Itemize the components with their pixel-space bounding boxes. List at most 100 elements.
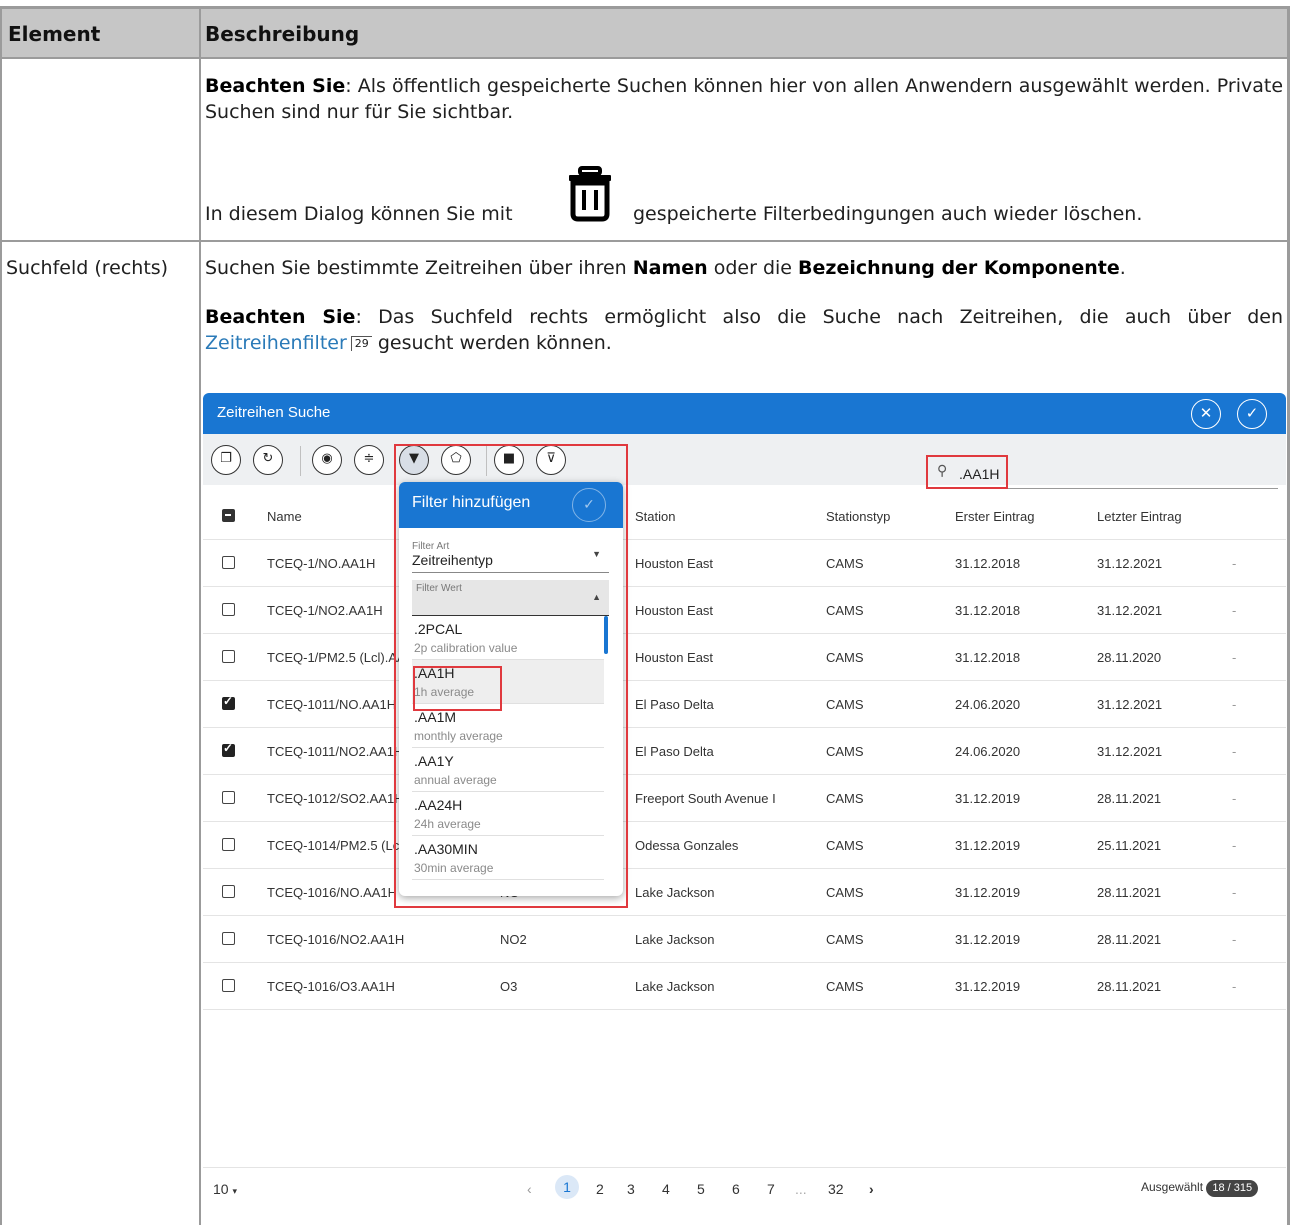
page-size-select[interactable]: 10 ▾ xyxy=(213,1181,237,1197)
cell-station: Freeport South Avenue I xyxy=(635,791,776,806)
row-checkbox[interactable] xyxy=(222,603,235,616)
col-name[interactable]: Name xyxy=(267,509,302,524)
sort-icon[interactable]: ≑ xyxy=(354,445,384,475)
note-label-2: Beachten Sie xyxy=(205,306,356,328)
table-row[interactable]: TCEQ-1/PM2.5 (Lcl).AA1 Houston East CAMS 31… xyxy=(203,634,1286,681)
page-6[interactable]: 6 xyxy=(732,1181,740,1197)
row-checkbox[interactable] xyxy=(222,694,235,710)
copy-icon[interactable]: ❐ xyxy=(211,445,241,475)
header-description: Beschreibung xyxy=(205,22,360,46)
page-32[interactable]: 32 xyxy=(828,1181,844,1197)
row-checkbox[interactable] xyxy=(222,885,235,898)
cell-last-entry: 28.11.2021 xyxy=(1097,979,1162,994)
row-checkbox[interactable] xyxy=(222,741,235,757)
row-checkbox[interactable] xyxy=(222,791,235,804)
cell-station: El Paso Delta xyxy=(635,744,714,759)
cell-extra: - xyxy=(1232,885,1237,900)
grid-header-row: Name Station Stationstyp Erster Eintrag … xyxy=(203,493,1286,540)
zeitreihenfilter-link[interactable]: Zeitreihenfilter xyxy=(205,332,347,354)
row-checkbox[interactable] xyxy=(222,838,235,851)
cell-extra: - xyxy=(1232,791,1237,806)
row1-note: Beachten Sie: Als öffentlich gespeichert… xyxy=(205,73,1283,125)
note-tail: gesucht werden können. xyxy=(371,332,612,354)
cell-last-entry: 31.12.2021 xyxy=(1097,744,1163,759)
cell-name: TCEQ-1016/NO.AA1H xyxy=(267,885,398,900)
page-reference[interactable]: 29 xyxy=(350,336,372,351)
col-station[interactable]: Station xyxy=(635,509,675,524)
table-row[interactable]: TCEQ-1/NO.AA1H Houston East CAMS 31.12.2018… xyxy=(203,540,1286,587)
cell-station: Houston East xyxy=(635,603,714,618)
table-row[interactable]: TCEQ-1016/O3.AA1H O3 Lake Jackson CAMS 31.12… xyxy=(203,963,1286,1010)
cell-type: CAMS xyxy=(826,979,864,994)
cell-name: TCEQ-1016/NO2.AA1H xyxy=(267,932,405,947)
note-label: Beachten Sie xyxy=(205,75,346,97)
select-all-checkbox[interactable] xyxy=(222,509,235,522)
cell-first-entry: 24.06.2020 xyxy=(955,744,1021,759)
cell-extra: - xyxy=(1232,603,1237,618)
cell-type: CAMS xyxy=(826,603,864,618)
page-1[interactable]: 1 xyxy=(555,1175,579,1199)
cell-first-entry: 31.12.2019 xyxy=(955,979,1021,994)
table-header xyxy=(0,8,1290,58)
cell-first-entry: 31.12.2018 xyxy=(955,556,1021,571)
page-4[interactable]: 4 xyxy=(662,1181,670,1197)
trash-icon xyxy=(566,166,614,226)
cell-last-entry: 25.11.2021 xyxy=(1097,838,1162,853)
page-7[interactable]: 7 xyxy=(767,1181,775,1197)
cell-first-entry: 24.06.2020 xyxy=(955,697,1021,712)
table-row[interactable]: TCEQ-1016/NO2.AA1H NO2 Lake Jackson CAMS 31.… xyxy=(203,916,1286,963)
page-size-value: 10 xyxy=(213,1181,229,1197)
row-checkbox[interactable] xyxy=(222,932,235,945)
col-erster-eintrag[interactable]: Erster Eintrag xyxy=(955,509,1034,524)
note-text-2: : Das Suchfeld rechts ermöglicht also di… xyxy=(355,306,1284,328)
zeitreihen-suche-window: Zeitreihen Suche ✕ ✓ ❐ ↻ ◉ ≑ ▼ ⬠ ■ ⊽ ⚲ .… xyxy=(203,393,1286,1215)
cell-type: CAMS xyxy=(826,556,864,571)
cell-last-entry: 28.11.2020 xyxy=(1097,650,1162,665)
cell-name: TCEQ-1014/PM2.5 (Lcl). xyxy=(267,838,411,853)
table-row[interactable]: TCEQ-1011/NO.AA1H El Paso Delta CAMS 24.06.… xyxy=(203,681,1286,728)
table-row[interactable]: TCEQ-1012/SO2.AA1H Freeport South Avenue … xyxy=(203,775,1286,822)
cell-first-entry: 31.12.2019 xyxy=(955,838,1021,853)
cell-station: Houston East xyxy=(635,650,714,665)
selected-summary: Ausgewählt 18 / 315 xyxy=(1141,1180,1259,1197)
page-5[interactable]: 5 xyxy=(697,1181,705,1197)
close-icon[interactable]: ✕ xyxy=(1191,399,1221,429)
table-row[interactable]: TCEQ-1011/NO2.AA1H El Paso Delta CAMS 24.06… xyxy=(203,728,1286,775)
highlight-search xyxy=(926,455,1008,489)
refresh-icon[interactable]: ↻ xyxy=(253,445,283,475)
page-3[interactable]: 3 xyxy=(627,1181,635,1197)
row-checkbox[interactable] xyxy=(222,979,235,992)
prev-page-icon[interactable]: ‹ xyxy=(527,1181,532,1197)
cell-type: CAMS xyxy=(826,744,864,759)
col-letzter-eintrag[interactable]: Letzter Eintrag xyxy=(1097,509,1182,524)
row2-note: Beachten Sie: Das Suchfeld rechts ermögl… xyxy=(205,304,1283,356)
next-page-icon[interactable]: › xyxy=(869,1181,874,1197)
table-row[interactable]: TCEQ-1016/NO.AA1HNOLake JacksonCAMS31.12… xyxy=(203,869,1286,916)
page-2[interactable]: 2 xyxy=(596,1181,604,1197)
cell-name: TCEQ-1011/NO.AA1H xyxy=(267,697,397,712)
cell-first-entry: 31.12.2019 xyxy=(955,791,1021,806)
delete-text-after: gespeicherte Filterbedingungen auch wied… xyxy=(633,203,1143,225)
cell-component: O3 xyxy=(500,979,518,994)
cell-type: CAMS xyxy=(826,932,864,947)
col-stationstyp[interactable]: Stationstyp xyxy=(826,509,890,524)
table-row[interactable]: TCEQ-1014/PM2.5 (Lcl). Odessa Gonzales CAM… xyxy=(203,822,1286,869)
window-titlebar: Zeitreihen Suche ✕ ✓ xyxy=(203,393,1286,434)
cell-extra: - xyxy=(1232,838,1237,853)
row-checkbox[interactable] xyxy=(222,556,235,569)
selected-count-badge: 18 / 315 xyxy=(1206,1180,1259,1197)
cell-extra: - xyxy=(1232,932,1237,947)
intro-text: Suchen Sie bestimmte Zeitreihen über ihr… xyxy=(205,257,633,279)
window-title: Zeitreihen Suche xyxy=(217,404,331,421)
check-icon[interactable]: ✓ xyxy=(1237,399,1267,429)
cell-name: TCEQ-1/NO2.AA1H xyxy=(267,603,383,618)
pagination-bar: 10 ▾ ‹ 1 2 3 4 5 6 7 ... 32 › Ausgewählt… xyxy=(203,1167,1286,1211)
cell-last-entry: 28.11.2021 xyxy=(1097,932,1162,947)
row-checkbox[interactable] xyxy=(222,650,235,663)
cell-last-entry: 31.12.2021 xyxy=(1097,603,1163,618)
table-row[interactable]: TCEQ-1/NO2.AA1H Houston East CAMS 31.12.201… xyxy=(203,587,1286,634)
view-icon[interactable]: ◉ xyxy=(312,445,342,475)
header-element: Element xyxy=(8,22,101,46)
selected-label: Ausgewählt xyxy=(1141,1180,1204,1194)
intro-component: Bezeichnung der Komponente xyxy=(798,257,1120,279)
